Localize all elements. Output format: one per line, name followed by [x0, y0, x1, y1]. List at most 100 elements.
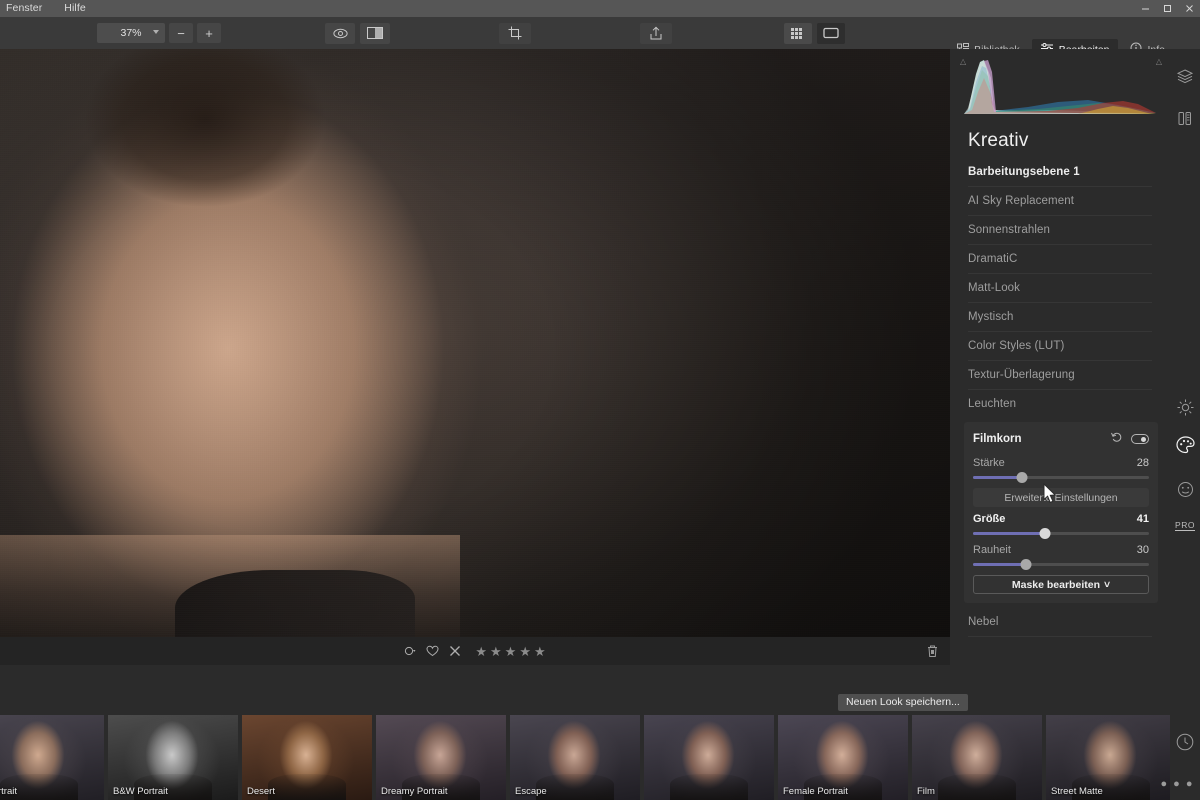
compare-split-icon[interactable]	[360, 22, 390, 44]
sidebar-item-matt-look[interactable]: Matt-Look	[968, 274, 1152, 303]
save-look-tooltip: Neuen Look speichern...	[838, 694, 968, 711]
filmstrip-item-label: Escape	[515, 786, 547, 797]
layers-icon[interactable]	[1170, 59, 1200, 93]
sidebar-item-ai-sky-replacement[interactable]: AI Sky Replacement	[968, 187, 1152, 216]
reject-x-icon[interactable]	[449, 645, 461, 657]
share-icon[interactable]	[640, 22, 672, 44]
compare-panels-icon[interactable]	[1170, 101, 1200, 135]
star-5[interactable]: ★	[534, 645, 546, 658]
pro-badge: PRO	[1175, 520, 1195, 531]
crop-icon[interactable]	[499, 22, 531, 44]
filmstrip-item[interactable]: B&W Portrait	[108, 715, 238, 800]
color-label-icon[interactable]	[404, 645, 416, 657]
filmstrip-item-label: B&W Portrait	[113, 786, 168, 797]
slider-staerke-header: Stärke 28	[973, 457, 1149, 469]
luminar-edit-window: Fenster Hilfe 37% − + ★ ★ ★ ★ ★ △ △ Krea…	[0, 0, 1200, 800]
eye-icon[interactable]	[325, 22, 355, 44]
sidebar-item-leuchten[interactable]: Leuchten	[968, 390, 1152, 419]
filmstrip-item-label: Dreamy Portrait	[381, 786, 448, 797]
sidebar-item-color-styles-lut[interactable]: Color Styles (LUT)	[968, 332, 1152, 361]
advanced-settings-button[interactable]: Erweiterte Einstellungen	[973, 488, 1149, 507]
slider-groesse-knob[interactable]	[1039, 528, 1051, 539]
filmstrip-item[interactable]: Dreamy Portrait	[376, 715, 506, 800]
histogram: △ △	[958, 52, 1164, 120]
filmkorn-header-icons	[1111, 430, 1149, 448]
window-controls	[1134, 0, 1200, 17]
slider-rauheit-fill	[973, 563, 1026, 566]
star-3[interactable]: ★	[505, 645, 517, 658]
zoom-in-button[interactable]: +	[197, 23, 221, 43]
title-bar: Fenster Hilfe	[0, 0, 1200, 17]
chevron-down-icon	[153, 30, 159, 34]
visibility-toggle-icon[interactable]	[1131, 434, 1149, 444]
sidebar-item-textur-ueberlagerung[interactable]: Textur-Überlagerung	[968, 361, 1152, 390]
histogram-plot	[958, 52, 1162, 120]
filmkorn-title: Filmkorn	[973, 433, 1022, 445]
photo-vignette	[0, 49, 950, 665]
chevron-down-icon: ˅	[1103, 578, 1111, 591]
star-rating[interactable]: ★ ★ ★ ★ ★	[475, 645, 545, 658]
reset-icon[interactable]	[1111, 430, 1122, 448]
slider-groesse-label: Größe	[973, 513, 1006, 525]
sidebar-item-sonnenstrahlen[interactable]: Sonnenstrahlen	[968, 216, 1152, 245]
sidebar-item-layer[interactable]: Barbeitungsebene 1	[968, 158, 1152, 187]
zoom-level-select[interactable]: 37%	[97, 23, 165, 43]
menu-hilfe[interactable]: Hilfe	[53, 0, 97, 17]
slider-groesse: Größe 41	[973, 513, 1149, 539]
highlight-clip-warning-icon[interactable]: △	[1156, 57, 1162, 66]
filmstrip-item-label: Film	[917, 786, 935, 797]
slider-staerke-label: Stärke	[973, 457, 1005, 469]
menu-fenster[interactable]: Fenster	[0, 0, 53, 17]
filmkorn-header[interactable]: Filmkorn	[973, 430, 1149, 448]
grid-view-icon[interactable]	[784, 22, 812, 44]
filmstrip-item[interactable]: Desert	[242, 715, 372, 800]
filmstrip-item[interactable]: Female Portrait	[778, 715, 908, 800]
more-options-icon[interactable]: ● ● ●	[1160, 778, 1194, 790]
filmstrip-item[interactable]: Film	[912, 715, 1042, 800]
filmstrip-item[interactable]	[644, 715, 774, 800]
zoom-out-button[interactable]: −	[169, 23, 193, 43]
portrait-photo	[0, 49, 950, 665]
shadow-clip-warning-icon[interactable]: △	[960, 57, 966, 66]
slider-staerke-value: 28	[1136, 457, 1149, 469]
slider-groesse-value: 41	[1136, 513, 1149, 525]
slider-rauheit-value: 30	[1136, 544, 1149, 556]
sidebar-item-nebel[interactable]: Nebel	[968, 608, 1152, 637]
trash-icon[interactable]	[922, 641, 942, 661]
edit-mask-button[interactable]: Maske bearbeiten ˅	[973, 575, 1149, 594]
filmstrip-item-label: Female Portrait	[783, 786, 848, 797]
history-clock-icon[interactable]	[1176, 733, 1194, 756]
filmstrip-item[interactable]: Escape	[510, 715, 640, 800]
edit-side-panel: △ △ Kreativ Barbeitungsebene 1 AI Sky Re…	[950, 49, 1170, 665]
filmstrip-item-label: Desert	[247, 786, 275, 797]
color-palette-icon[interactable]	[1170, 428, 1200, 462]
slider-rauheit-track[interactable]	[973, 559, 1149, 570]
slider-staerke-track[interactable]	[973, 472, 1149, 483]
star-2[interactable]: ★	[490, 645, 502, 658]
star-4[interactable]: ★	[519, 645, 531, 658]
filmstrip-item[interactable]: Street Matte	[1046, 715, 1170, 800]
looks-filmstrip[interactable]: c Portrait B&W Portrait Desert Dreamy Po…	[0, 715, 1170, 800]
section-list-top: Barbeitungsebene 1 AI Sky Replacement So…	[950, 158, 1170, 419]
close-icon[interactable]	[1178, 0, 1200, 17]
filmkorn-panel: Filmkorn Stärke 28 Erweiterte Einstellun…	[964, 422, 1158, 603]
star-1[interactable]: ★	[475, 645, 487, 658]
filmstrip-item-label: c Portrait	[0, 786, 18, 797]
maximize-icon[interactable]	[1156, 0, 1178, 17]
single-view-icon[interactable]	[817, 22, 845, 44]
sidebar-item-dramatic[interactable]: DramatiC	[968, 245, 1152, 274]
image-canvas[interactable]: ★ ★ ★ ★ ★	[0, 49, 950, 665]
slider-staerke-fill	[973, 476, 1023, 479]
slider-rauheit-knob[interactable]	[1020, 559, 1032, 570]
sidebar-item-mystisch[interactable]: Mystisch	[968, 303, 1152, 332]
minimize-icon[interactable]	[1134, 0, 1156, 17]
sun-brightness-icon[interactable]	[1170, 390, 1200, 424]
slider-staerke-knob[interactable]	[1016, 472, 1028, 483]
zoom-level-value: 37%	[120, 27, 142, 39]
heart-icon[interactable]	[426, 645, 439, 657]
slider-groesse-track[interactable]	[973, 528, 1149, 539]
tools-rail: PRO	[1170, 49, 1200, 800]
portrait-face-icon[interactable]	[1170, 472, 1200, 506]
filmstrip-item[interactable]: c Portrait	[0, 715, 104, 800]
slider-rauheit: Rauheit 30	[973, 544, 1149, 570]
